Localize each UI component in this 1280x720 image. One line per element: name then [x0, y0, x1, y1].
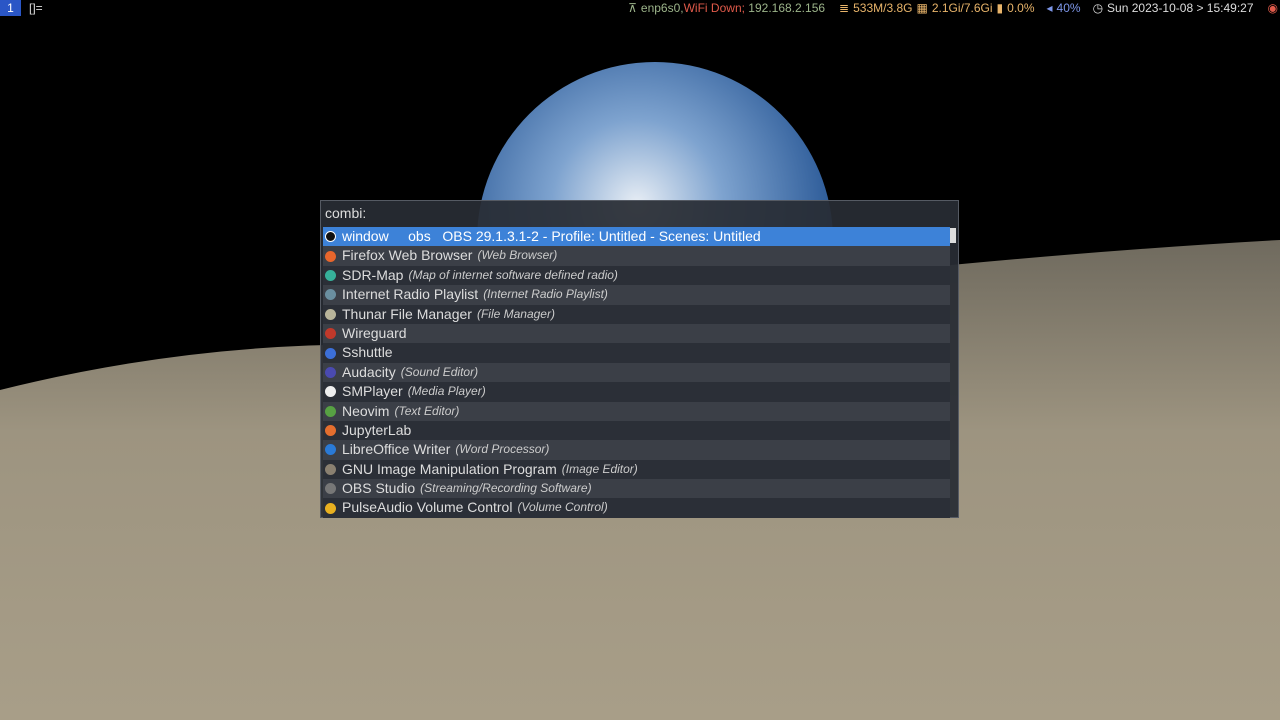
app-icon	[325, 444, 336, 456]
swap-usage: 2.1Gi/7.6Gi	[931, 1, 993, 15]
item-description: (Internet Radio Playlist)	[483, 287, 608, 302]
launcher-item[interactable]: JupyterLab	[323, 420, 950, 441]
item-label: Sshuttle	[342, 344, 393, 361]
layout-indicator[interactable]: []=	[29, 1, 43, 15]
item-label: Wireguard	[342, 324, 407, 341]
item-description: (Web Browser)	[477, 248, 558, 263]
launcher-item[interactable]: SDR-Map (Map of internet software defined…	[323, 265, 950, 286]
item-label: PulseAudio Volume Control	[342, 499, 513, 516]
app-icon	[325, 386, 336, 398]
wifi-status: WiFi Down;	[683, 1, 745, 15]
network-icon: ⊼	[628, 1, 637, 15]
item-label: JupyterLab	[342, 421, 412, 438]
volume-icon: ◂	[1046, 1, 1053, 15]
launcher-item[interactable]: SMPlayer (Media Player)	[323, 382, 950, 402]
launcher-item[interactable]: GNU Image Manipulation Program (Image Edi…	[323, 459, 950, 480]
memory-icon: ≣	[839, 1, 850, 15]
cpu-icon: ▮	[996, 1, 1004, 15]
item-description: (Volume Control)	[517, 500, 608, 515]
item-description: (Streaming/Recording Software)	[420, 481, 592, 496]
network-iface: enp6s0,	[640, 1, 684, 15]
app-icon	[325, 231, 336, 243]
app-icon	[325, 308, 336, 320]
app-icon	[325, 347, 336, 359]
item-label: Thunar File Manager	[342, 305, 472, 322]
item-label: OBS Studio	[342, 480, 416, 497]
obs-tray-icon[interactable]: ◉	[1268, 0, 1278, 16]
clock-icon: ◷	[1092, 1, 1104, 15]
ip-address: 192.168.2.156	[748, 1, 826, 15]
app-icon	[325, 366, 336, 378]
item-label: LibreOffice Writer	[342, 441, 451, 458]
item-description: (Sound Editor)	[400, 364, 479, 379]
item-label: SMPlayer	[342, 383, 403, 400]
app-icon	[325, 250, 336, 262]
launcher-prompt[interactable]: combi:	[321, 201, 958, 226]
item-label: Internet Radio Playlist	[342, 286, 479, 303]
launcher-item[interactable]: Internet Radio Playlist (Internet Radio P…	[323, 285, 950, 305]
launcher-item[interactable]: Audacity (Sound Editor)	[323, 362, 950, 383]
memory-usage: 533M/3.8G	[853, 1, 913, 15]
item-description: (Text Editor)	[394, 403, 460, 418]
app-icon	[325, 483, 336, 495]
app-icon	[325, 405, 336, 417]
app-icon	[325, 425, 336, 437]
item-description: (Media Player)	[407, 384, 486, 399]
workspace-tag-1[interactable]: 1	[0, 0, 21, 16]
launcher-item[interactable]: Firefox Web Browser (Web Browser)	[323, 246, 950, 266]
item-label: GNU Image Manipulation Program	[342, 460, 557, 477]
item-label: Neovim	[342, 402, 390, 419]
app-icon	[325, 328, 336, 340]
item-description: (Map of internet software defined radio)	[408, 267, 618, 282]
app-icon	[325, 289, 336, 301]
item-description: (File Manager)	[476, 306, 555, 321]
swap-icon: ▦	[916, 1, 928, 15]
item-description: (Word Processor)	[455, 442, 550, 457]
launcher-item[interactable]: PulseAudio Volume Control (Volume Control…	[323, 498, 950, 518]
item-label: Firefox Web Browser	[342, 247, 473, 264]
item-description: (Image Editor)	[561, 461, 638, 476]
app-icon	[325, 463, 336, 475]
item-label: Audacity	[342, 363, 396, 380]
datetime: Sun 2023-10-08 > 15:49:27	[1107, 1, 1254, 15]
launcher-item[interactable]: OBS Studio (Streaming/Recording Software)	[323, 479, 950, 499]
launcher-item[interactable]: Thunar File Manager (File Manager)	[323, 304, 950, 324]
volume-level[interactable]: 40%	[1057, 0, 1081, 16]
launcher-list: window obs OBS 29.1.3.1-2 - Profile: Unt…	[323, 227, 950, 518]
item-label: SDR-Map	[342, 266, 404, 283]
scrollbar[interactable]	[950, 228, 956, 243]
launcher-item[interactable]: Sshuttle	[323, 343, 950, 363]
app-icon	[325, 269, 336, 281]
cpu-usage: 0.0%	[1007, 1, 1035, 15]
launcher-item[interactable]: LibreOffice Writer (Word Processor)	[323, 440, 950, 460]
launcher-item[interactable]: Neovim (Text Editor)	[323, 401, 950, 421]
status-bar: 1 []= ⊼ enp6s0,WiFi Down; 192.168.2.156 …	[0, 0, 1280, 16]
item-label: window obs OBS 29.1.3.1-2 - Profile: Unt…	[342, 228, 761, 244]
launcher-item[interactable]: window obs OBS 29.1.3.1-2 - Profile: Unt…	[323, 227, 950, 247]
app-icon	[325, 502, 336, 514]
rofi-launcher: combi: window obs OBS 29.1.3.1-2 - Profi…	[320, 200, 959, 518]
launcher-item[interactable]: Wireguard	[323, 323, 950, 344]
